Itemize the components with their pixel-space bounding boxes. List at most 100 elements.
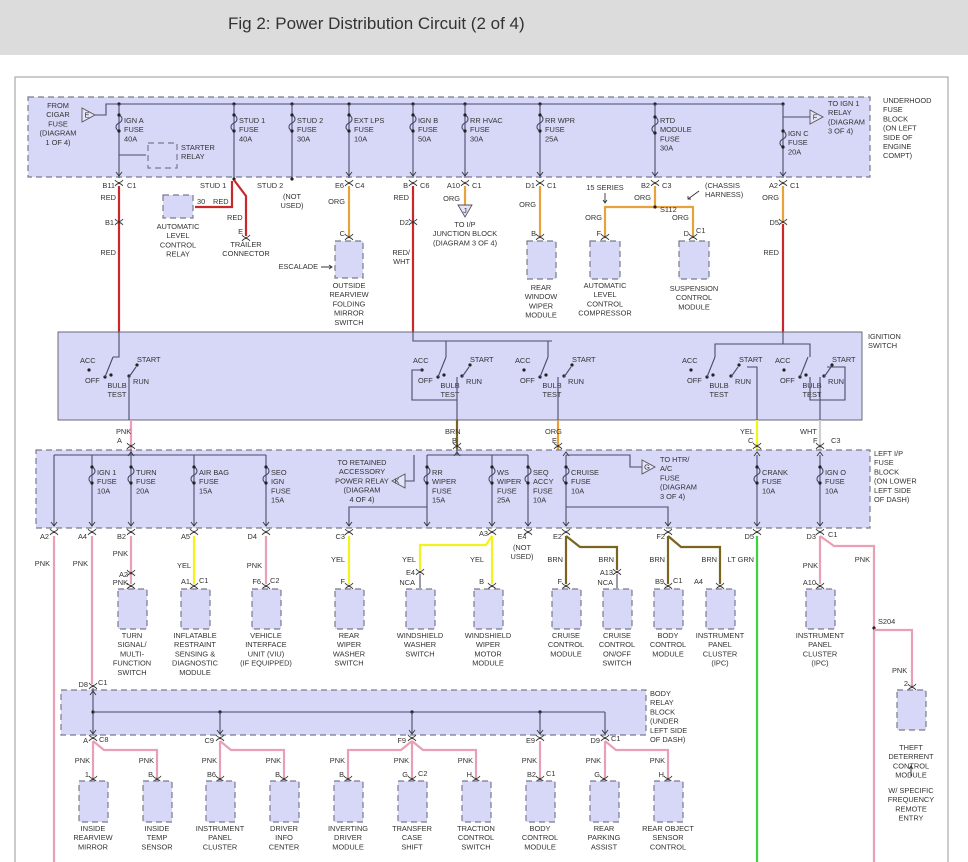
- label: ACC: [775, 356, 791, 365]
- label: (NOT USED): [281, 192, 304, 210]
- label: C1: [696, 226, 705, 235]
- module-inflatable: [180, 588, 211, 630]
- label: PNK: [113, 549, 128, 558]
- splice-dot: [526, 465, 530, 469]
- label: BULB TEST: [107, 381, 127, 399]
- label: OFF: [85, 376, 100, 385]
- label: A3: [479, 529, 488, 538]
- label: RUN: [466, 377, 482, 386]
- label: PNK: [394, 756, 409, 765]
- label: OFF: [418, 376, 433, 385]
- body-module-label-4: INVERTING DRIVER MODULE: [328, 824, 368, 851]
- reference-letter: J: [463, 206, 467, 215]
- label: B: [452, 436, 457, 445]
- label: ORG: [762, 193, 779, 202]
- splice-dot: [538, 113, 542, 117]
- connector-icon: [407, 734, 417, 742]
- label: 30: [197, 197, 205, 206]
- label: RED: [100, 248, 116, 257]
- splice-dot: [804, 373, 808, 377]
- outside-rearview-mirror-switch: [334, 240, 364, 279]
- arrow-right-icon: [321, 264, 333, 270]
- label: A: [83, 736, 88, 745]
- connector-icon: [215, 734, 225, 742]
- splice-dot: [290, 177, 294, 181]
- body-module-label-1: INSIDE TEMP SENSOR: [141, 824, 172, 851]
- label: C3: [831, 436, 840, 445]
- label: YEL: [740, 427, 754, 436]
- label: BRN: [649, 555, 665, 564]
- body-module-6: [461, 780, 492, 823]
- label: E4: [406, 568, 415, 577]
- module-label-ipc2: INSTRUMENT PANEL CLUSTER (IPC): [796, 631, 845, 668]
- starter-relay: [147, 142, 178, 169]
- module-label-viu: VEHICLE INTERFACE UNIT (VIU) (IF EQUIPPED): [240, 631, 292, 668]
- splice-dot: [192, 465, 196, 469]
- splice-dot: [830, 363, 834, 367]
- splice-dot: [264, 465, 268, 469]
- label: YEL: [177, 561, 191, 570]
- label: AUTOMATIC LEVEL CONTROL COMPRESSOR: [578, 281, 631, 318]
- splice-dot: [570, 363, 574, 367]
- arrow-icon: [687, 190, 700, 200]
- label: BRN: [701, 555, 717, 564]
- label: PNK: [855, 555, 870, 564]
- connector-icon: [460, 179, 470, 187]
- reference-letter: K: [395, 477, 400, 486]
- splice-dot: [90, 481, 94, 485]
- label: C1: [127, 181, 136, 190]
- alc-relay-label: AUTOMATIC LEVEL CONTROL RELAY: [157, 222, 201, 259]
- label: RED: [100, 193, 116, 202]
- connector-icon: [535, 179, 545, 187]
- ignition-switch-label: IGNITION SWITCH: [868, 332, 901, 350]
- label: A13: [600, 568, 613, 577]
- label: ACC: [682, 356, 698, 365]
- label: D4: [248, 532, 257, 541]
- label: ACC: [515, 356, 531, 365]
- splice-dot: [290, 129, 294, 133]
- connector-icon: [49, 528, 59, 536]
- connector-icon: [815, 528, 825, 536]
- label: B2: [117, 532, 126, 541]
- wire-pnk-theft: [874, 628, 914, 686]
- label: D3: [807, 532, 816, 541]
- label: PNK: [113, 578, 128, 587]
- label: C1: [828, 530, 837, 539]
- splice-dot: [490, 465, 494, 469]
- label: C1: [199, 576, 208, 585]
- trailer-connector-label: TRAILER CONNECTOR: [222, 240, 270, 258]
- label: C2: [270, 576, 279, 585]
- body-module-4: [333, 780, 364, 823]
- connector-icon: [663, 528, 673, 536]
- label: ORG: [672, 213, 689, 222]
- remote-entry-label: W/ SPECIFIC FREQUENCY REMOTE ENTRY: [888, 786, 934, 823]
- body-module-label-0: INSIDE REARVIEW MIRROR: [73, 824, 112, 851]
- label: B: [479, 577, 484, 586]
- splice-dot: [564, 481, 568, 485]
- label: E6: [335, 181, 344, 190]
- label: A2: [769, 181, 778, 190]
- module-label-ws_washer: WINDSHIELD WASHER SWITCH: [397, 631, 443, 658]
- label: ORG: [545, 427, 562, 436]
- label: C1: [546, 769, 555, 778]
- label: B2: [527, 770, 536, 779]
- splice-dot: [442, 373, 446, 377]
- splice-dot: [526, 481, 530, 485]
- label: C3: [336, 532, 345, 541]
- label: RED/WHT: [392, 248, 411, 266]
- body-module-label-6: TRACTION CONTROL SWITCH: [457, 824, 495, 851]
- label: PNK: [75, 756, 90, 765]
- connector-icon: [261, 528, 271, 536]
- module-turn: [117, 588, 148, 630]
- module-label-turn: TURN SIGNAL/MULTI-FUNCTION SWITCH: [113, 631, 151, 677]
- module-ipc2: [805, 588, 836, 630]
- splice-dot: [653, 115, 657, 119]
- label: RED: [763, 248, 779, 257]
- label: START: [137, 355, 161, 364]
- ignition-switch: [57, 331, 863, 421]
- splice-dot: [564, 465, 568, 469]
- label: E2: [553, 532, 562, 541]
- splice-dot: [468, 363, 472, 367]
- module-ws_motor: [473, 588, 504, 630]
- label: RUN: [568, 377, 584, 386]
